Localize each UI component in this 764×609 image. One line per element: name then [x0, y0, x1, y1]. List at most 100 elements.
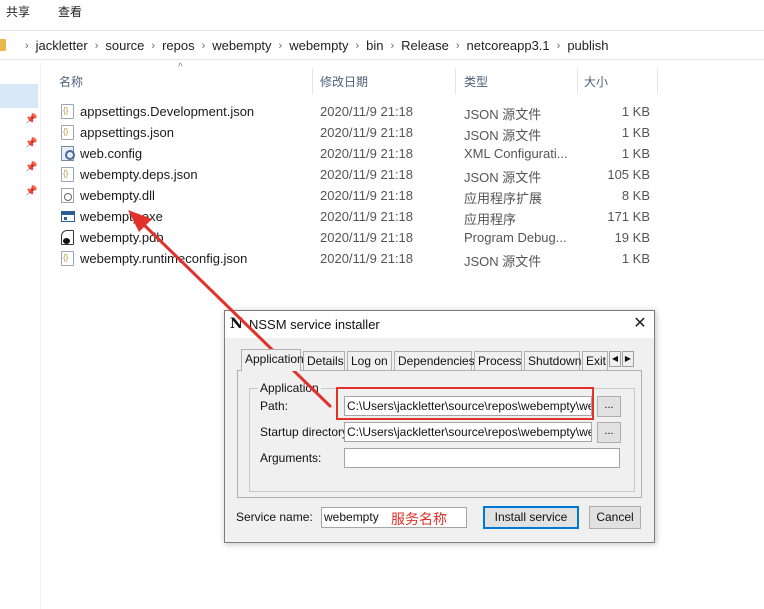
- chevron-right-icon[interactable]: ›: [279, 40, 283, 52]
- nssm-dialog: N NSSM service installer ✕ Application D…: [224, 310, 655, 543]
- arguments-input[interactable]: [344, 448, 620, 468]
- breadcrumb-item[interactable]: netcoreapp3.1: [467, 38, 550, 53]
- file-date: 2020/11/9 21:18: [320, 230, 414, 245]
- file-date: 2020/11/9 21:18: [320, 209, 414, 224]
- file-name: webempty.pdb: [80, 230, 164, 245]
- tab-scroll-right-icon[interactable]: ▶: [622, 351, 634, 367]
- file-date: 2020/11/9 21:18: [320, 104, 414, 119]
- column-header-modified[interactable]: 修改日期: [320, 73, 368, 90]
- column-header-size[interactable]: 大小: [584, 73, 608, 90]
- ribbon-tab-view[interactable]: 查看: [58, 3, 82, 20]
- file-size: 1 KB: [621, 125, 650, 140]
- chevron-right-icon[interactable]: ›: [456, 40, 460, 52]
- file-date: 2020/11/9 21:18: [320, 188, 414, 203]
- dll-file-icon: [61, 188, 74, 203]
- pin-icon: 📌: [25, 186, 38, 197]
- file-date: 2020/11/9 21:18: [320, 146, 414, 161]
- tab-shutdown[interactable]: Shutdown: [524, 351, 581, 370]
- file-name: web.config: [80, 146, 143, 161]
- group-label: Application: [258, 381, 321, 395]
- chevron-right-icon[interactable]: ›: [95, 40, 99, 52]
- file-type: XML Configurati...: [464, 146, 568, 161]
- chevron-right-icon[interactable]: ›: [355, 40, 359, 52]
- breadcrumb-item[interactable]: webempty: [289, 38, 348, 53]
- file-row[interactable]: appsettings.json 2020/11/9 21:18 JSON 源文…: [41, 122, 661, 143]
- file-type: JSON 源文件: [464, 254, 542, 269]
- tab-application[interactable]: Application: [241, 349, 304, 371]
- address-bar[interactable]: › jackletter › source › repos › webempty › webemp…: [0, 30, 764, 60]
- file-name: webempty.dll: [80, 188, 155, 203]
- file-date: 2020/11/9 21:18: [320, 251, 414, 266]
- install-service-button[interactable]: Install service: [483, 506, 579, 529]
- tab-exit[interactable]: Exit: [582, 351, 608, 370]
- chevron-right-icon[interactable]: ›: [202, 40, 206, 52]
- path-browse-button[interactable]: ...: [597, 396, 621, 417]
- pin-icon: 📌: [25, 114, 38, 125]
- file-name: appsettings.Development.json: [80, 104, 255, 119]
- service-name-label: Service name:: [236, 510, 313, 524]
- file-size: 19 KB: [614, 230, 650, 245]
- close-icon[interactable]: ✕: [629, 314, 651, 334]
- cancel-button[interactable]: Cancel: [589, 506, 641, 529]
- file-row[interactable]: webempty.exe 2020/11/9 21:18 应用程序 171 KB: [41, 206, 661, 227]
- ribbon: 共享 查看: [0, 0, 764, 24]
- startup-directory-browse-button[interactable]: ...: [597, 422, 621, 443]
- file-row[interactable]: web.config 2020/11/9 21:18 XML Configura…: [41, 143, 661, 164]
- file-name: webempty.exe: [80, 209, 163, 224]
- file-size: 1 KB: [621, 104, 650, 119]
- path-highlight-box: [336, 387, 594, 420]
- file-type: JSON 源文件: [464, 107, 542, 122]
- tab-log-on[interactable]: Log on: [347, 351, 392, 370]
- file-row[interactable]: webempty.pdb 2020/11/9 21:18 Program Deb…: [41, 227, 661, 248]
- ribbon-tab-share[interactable]: 共享: [6, 3, 30, 20]
- pdb-file-icon: [61, 230, 74, 245]
- file-row[interactable]: webempty.dll 2020/11/9 21:18 应用程序扩展 8 KB: [41, 185, 661, 206]
- breadcrumb-item[interactable]: publish: [567, 38, 608, 53]
- json-file-icon: [61, 125, 74, 140]
- tab-scroll-left-icon[interactable]: ◀: [609, 351, 621, 367]
- file-type: JSON 源文件: [464, 128, 542, 143]
- column-header-name[interactable]: 名称: [59, 73, 83, 90]
- tab-dependencies[interactable]: Dependencies: [394, 351, 475, 370]
- chevron-right-icon[interactable]: ›: [557, 40, 561, 52]
- file-size: 1 KB: [621, 251, 650, 266]
- nav-selected-item[interactable]: [0, 84, 38, 108]
- chevron-right-icon[interactable]: ›: [25, 40, 29, 52]
- startup-directory-input[interactable]: C:\Users\jackletter\source\repos\webempt…: [344, 422, 592, 442]
- breadcrumb-item[interactable]: source: [105, 38, 144, 53]
- column-divider[interactable]: [455, 68, 456, 94]
- column-header-type[interactable]: 类型: [464, 73, 488, 90]
- startup-directory-label: Startup directory:: [260, 425, 352, 439]
- file-row[interactable]: webempty.runtimeconfig.json 2020/11/9 21…: [41, 248, 661, 269]
- file-size: 105 KB: [607, 167, 650, 182]
- breadcrumb-item[interactable]: webempty: [212, 38, 271, 53]
- service-name-annotation: 服务名称: [391, 511, 447, 527]
- column-divider[interactable]: [312, 68, 313, 94]
- file-row[interactable]: appsettings.Development.json 2020/11/9 2…: [41, 101, 661, 122]
- dialog-titlebar[interactable]: N NSSM service installer ✕: [225, 311, 654, 338]
- file-size: 171 KB: [607, 209, 650, 224]
- nssm-logo-icon: N: [230, 316, 243, 332]
- tab-details[interactable]: Details: [303, 351, 345, 370]
- file-row[interactable]: webempty.deps.json 2020/11/9 21:18 JSON …: [41, 164, 661, 185]
- breadcrumb-item[interactable]: repos: [162, 38, 195, 53]
- column-divider[interactable]: [577, 68, 578, 94]
- breadcrumb-item[interactable]: Release: [401, 38, 449, 53]
- file-type: Program Debug...: [464, 230, 567, 245]
- dialog-title: NSSM service installer: [249, 317, 380, 332]
- column-divider[interactable]: [657, 68, 658, 94]
- column-headers: ^ 名称 修改日期 类型 大小: [41, 62, 764, 94]
- navigation-pane: 📌 📌 📌 📌: [0, 62, 41, 609]
- breadcrumb-item[interactable]: bin: [366, 38, 383, 53]
- file-name: appsettings.json: [80, 125, 174, 140]
- file-size: 8 KB: [621, 188, 650, 203]
- json-file-icon: [61, 167, 74, 182]
- path-label: Path:: [260, 399, 289, 413]
- chevron-right-icon[interactable]: ›: [390, 40, 394, 52]
- file-size: 1 KB: [621, 146, 650, 161]
- breadcrumb-item[interactable]: jackletter: [36, 38, 88, 53]
- tab-process[interactable]: Process: [474, 351, 522, 370]
- pin-icon: 📌: [25, 138, 38, 149]
- file-name: webempty.deps.json: [80, 167, 198, 182]
- chevron-right-icon[interactable]: ›: [151, 40, 155, 52]
